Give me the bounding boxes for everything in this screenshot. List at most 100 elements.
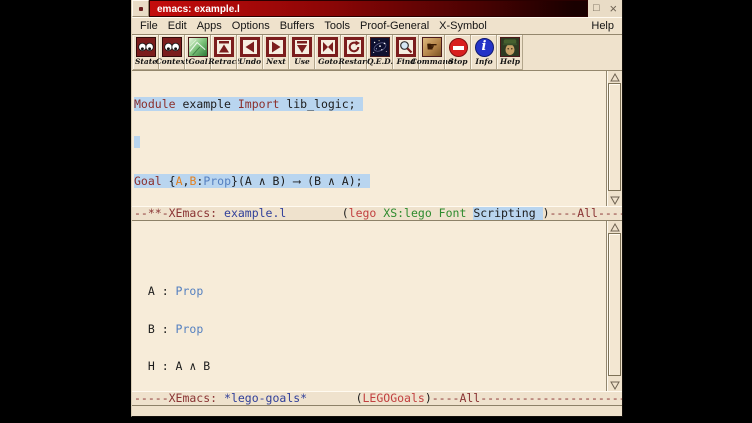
hand-glyph: ☛	[426, 38, 438, 56]
toolbar-qed-label: Q.E.D.	[367, 57, 393, 66]
script-buffer[interactable]: Module example Import lib_logic; Goal {A…	[132, 71, 606, 206]
modeline-prefix: -----XEmacs:	[134, 391, 224, 405]
bowtie-icon	[318, 37, 338, 57]
code-token: Module	[134, 97, 176, 111]
modeline-minor-modes: XS:lego Font	[383, 206, 466, 220]
script-buffer-row: Module example Import lib_logic; Goal {A…	[132, 71, 622, 206]
window-menu-button[interactable]	[132, 0, 149, 17]
toolbar-qed-button[interactable]: Q.E.D.	[367, 35, 393, 70]
triangle-left-icon	[240, 37, 260, 57]
modeline-position: ----All---------------------	[432, 391, 622, 405]
portrait-icon	[500, 37, 520, 57]
toolbar-help-label: Help	[500, 57, 520, 66]
maximize-icon[interactable]: □	[593, 3, 600, 14]
goals-buffer-row: A : Prop B : Prop H : A ∧ B ?2 : B ∧ A	[132, 221, 622, 391]
info-glyph: i	[482, 39, 487, 54]
toolbar-undo-button[interactable]: Undo	[237, 35, 263, 70]
goals-modeline: -----XEmacs: *lego-goals* (LEGOGoals)---…	[132, 391, 622, 406]
toolbar-info-label: Info	[475, 57, 492, 66]
script-scrollbar[interactable]	[606, 71, 622, 206]
locked-region-newline	[134, 136, 140, 148]
info-circle-icon: i	[475, 38, 494, 57]
menu-file[interactable]: File	[135, 20, 163, 32]
code-token: Import	[238, 97, 280, 111]
window-controls: □ ×	[588, 0, 622, 17]
goal-line: B : Prop	[134, 323, 606, 336]
goals-blank-line	[134, 248, 606, 260]
menu-apps[interactable]: Apps	[192, 20, 227, 32]
toolbar-undo-label: Undo	[239, 57, 261, 66]
circular-arrow-icon	[344, 37, 364, 57]
goals-buffer[interactable]: A : Prop B : Prop H : A ∧ B ?2 : B ∧ A	[132, 221, 606, 391]
modeline-buffer-name: example.l	[224, 206, 286, 220]
menu-edit[interactable]: Edit	[163, 20, 192, 32]
modeline-position: ----All----	[550, 206, 623, 220]
modeline-buffer-name: *lego-goals*	[224, 391, 307, 405]
scrollbar-thumb[interactable]	[608, 233, 621, 376]
modeline-gap: (	[286, 206, 348, 220]
toolbar-state-label: State	[135, 57, 157, 66]
code-token: {	[162, 174, 176, 188]
toolbar-context-button[interactable]: Context	[159, 35, 185, 70]
toolbar-use-label: Use	[294, 57, 310, 66]
script-modeline: --**-XEmacs: example.l (lego XS:lego Fon…	[132, 206, 622, 221]
toolbar-use-button[interactable]: Use	[289, 35, 315, 70]
goals-scrollbar[interactable]	[606, 221, 622, 391]
toolbar-next-button[interactable]: Next	[263, 35, 289, 70]
goal-line: A : Prop	[134, 285, 606, 298]
scroll-up-icon[interactable]	[609, 72, 621, 82]
scroll-down-icon[interactable]	[609, 380, 621, 390]
code-token: Goal	[134, 174, 162, 188]
close-icon[interactable]: ×	[609, 2, 617, 15]
menu-proof-general[interactable]: Proof-General	[355, 20, 434, 32]
hypothesis-type: Prop	[176, 284, 204, 298]
toolbar-help-button[interactable]: Help	[497, 35, 523, 70]
eyes-icon	[136, 37, 156, 57]
pointing-hand-icon: ☛	[422, 37, 442, 57]
code-token: A	[176, 174, 183, 188]
scroll-up-icon[interactable]	[609, 222, 621, 232]
toolbar-goto-button[interactable]: Goto	[315, 35, 341, 70]
title-bar: emacs: example.l □ ×	[132, 0, 622, 17]
code-token: lib_logic;	[279, 97, 355, 111]
code-token: example	[176, 97, 238, 111]
scroll-down-icon[interactable]	[609, 195, 621, 205]
toolbar-command-button[interactable]: ☛ Command	[419, 35, 445, 70]
green-picture-icon	[188, 37, 208, 57]
modeline-scripting-indicator: Scripting	[473, 206, 542, 220]
scrollbar-thumb[interactable]	[608, 83, 621, 191]
starry-sky-icon	[370, 37, 390, 57]
window-title: emacs: example.l	[149, 0, 588, 17]
toolbar-stop-label: Stop	[448, 57, 467, 66]
menu-options[interactable]: Options	[227, 20, 275, 32]
modeline-gap: (	[307, 391, 362, 405]
hypothesis-text: H : A ∧ B	[134, 359, 210, 373]
window-menu-icon	[139, 7, 143, 11]
toolbar-stop-button[interactable]: Stop	[445, 35, 471, 70]
menu-x-symbol[interactable]: X-Symbol	[434, 20, 492, 32]
toolbar-restart-label: Restart	[339, 57, 370, 66]
modeline-prefix: --**-XEmacs:	[134, 206, 224, 220]
menu-buffers[interactable]: Buffers	[275, 20, 320, 32]
modeline-major-mode: LEGOGoals	[363, 391, 425, 405]
goal-line: H : A ∧ B	[134, 360, 606, 373]
hypothesis-text: B :	[134, 322, 176, 336]
toolbar-context-label: Context	[156, 57, 189, 66]
toolbar-info-button[interactable]: i Info	[471, 35, 497, 70]
no-entry-icon	[449, 38, 468, 57]
toolbar-retract-button[interactable]: Retract	[211, 35, 237, 70]
code-line	[134, 136, 606, 151]
toolbar-retract-label: Retract	[208, 57, 239, 66]
magnifier-icon	[396, 37, 416, 57]
minibuffer[interactable]	[132, 406, 622, 416]
xemacs-window: emacs: example.l □ × File Edit Apps Opti…	[131, 0, 623, 417]
toolbar-goal-label: Goal	[188, 57, 207, 66]
toolbar-next-label: Next	[266, 57, 286, 66]
toolbar-restart-button[interactable]: Restart	[341, 35, 367, 70]
menu-tools[interactable]: Tools	[319, 20, 355, 32]
hypothesis-type: Prop	[176, 322, 204, 336]
toolbar: State Context	[132, 35, 622, 71]
toolbar-goto-label: Goto	[318, 57, 338, 66]
menu-help[interactable]: Help	[586, 20, 619, 32]
hypothesis-text: A :	[134, 284, 176, 298]
